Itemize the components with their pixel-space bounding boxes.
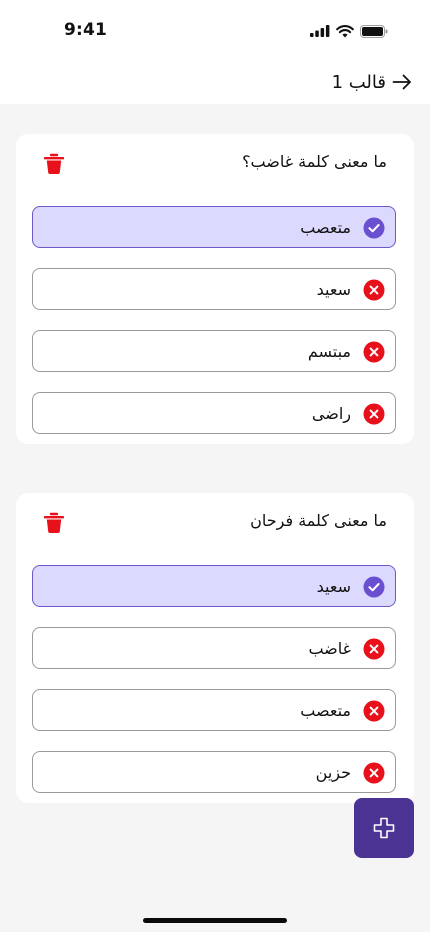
check-circle-icon [363,576,385,598]
check-circle-icon [363,217,385,239]
question-card: ما معنى كلمة فرحان سعيد غاضب متعصب حزين [16,493,414,803]
header: قالب 1 [332,68,412,96]
arrow-right-icon[interactable] [392,74,412,90]
x-circle-icon [363,341,385,363]
answer-option-correct[interactable]: متعصب [32,206,396,248]
answer-option[interactable]: سعيد [32,268,396,310]
delete-question-button[interactable] [43,511,65,535]
answer-option[interactable]: راضى [32,392,396,434]
page-title: قالب 1 [331,71,386,93]
answer-option[interactable]: غاضب [32,627,396,669]
x-circle-icon [363,638,385,660]
answer-option[interactable]: مبتسم [32,330,396,372]
option-label: متعصب [300,700,351,720]
option-label: متعصب [300,217,351,237]
top-bar: 9:41 قالب 1 [0,0,430,104]
x-circle-icon [363,762,385,784]
answer-option[interactable]: حزين [32,751,396,793]
x-circle-icon [363,279,385,301]
delete-question-button[interactable] [43,152,65,176]
answer-option[interactable]: متعصب [32,689,396,731]
trash-icon [44,153,64,174]
option-label: غاضب [308,638,351,658]
x-circle-icon [363,700,385,722]
option-label: راضى [311,403,351,423]
option-label: مبتسم [307,341,351,361]
answer-option-correct[interactable]: سعيد [32,565,396,607]
option-label: سعيد [316,576,351,596]
question-card: ما معنى كلمة غاضب؟ متعصب سعيد مبتسم راضى [16,134,414,444]
x-circle-icon [363,403,385,425]
question-text: ما معنى كلمة فرحان [250,511,387,530]
question-text: ما معنى كلمة غاضب؟ [242,152,387,171]
battery-icon [360,24,388,38]
trash-icon [44,512,64,533]
option-label: حزين [315,762,351,782]
status-time: 9:41 [64,20,108,40]
signal-icon [310,25,330,37]
plus-icon [373,817,395,839]
home-indicator [143,918,287,923]
wifi-icon [336,24,354,37]
add-question-button[interactable] [354,798,414,858]
option-label: سعيد [316,279,351,299]
status-icons [310,23,388,39]
